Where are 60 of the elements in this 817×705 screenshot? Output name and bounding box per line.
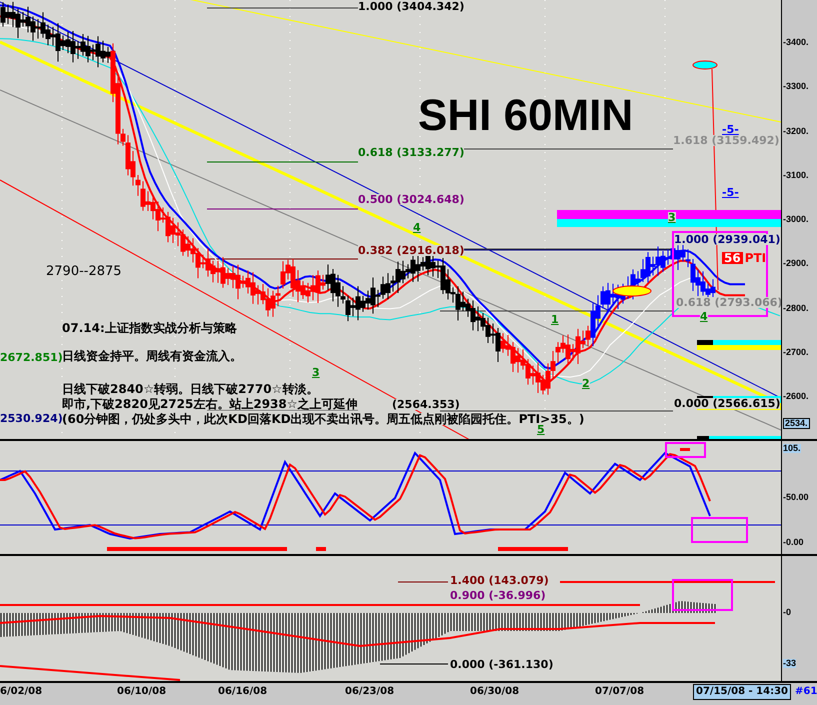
wave-label: 3: [668, 212, 676, 223]
wave-label: -5-: [722, 187, 739, 198]
price-label: 2530.924): [0, 413, 63, 424]
target-ellipse: [692, 60, 718, 70]
signal-bar: [498, 547, 568, 551]
price-axis-label: -2900.: [783, 259, 809, 268]
highlight-frame: [691, 517, 748, 543]
wave-label: 2: [582, 378, 590, 389]
analysis-note: 07.14:上证指数实战分析与策略: [62, 322, 237, 334]
fib-level-label: 0.618 (3133.277): [358, 147, 464, 158]
macd-level-label: 0.900 (-36.996): [450, 590, 546, 601]
macd-level-label: 1.400 (143.079): [450, 575, 549, 586]
wave-label: 5: [537, 424, 545, 435]
price-axis-label: -2600.: [783, 392, 809, 401]
fib-level-label: 1.618 (3159.492): [673, 135, 780, 146]
price-axis-label: -3400.: [783, 38, 809, 47]
price-axis-label: -2800.: [783, 304, 809, 312]
macd-axis-label: -0: [783, 608, 792, 617]
date-label: 6/02/08: [0, 687, 42, 697]
kd-axis-label: -0.00: [783, 538, 804, 547]
price-axis-label: -2700.: [783, 348, 809, 357]
pti-label: PTI: [744, 252, 766, 264]
target-ellipse: [612, 286, 652, 296]
fib-level-label: 1.000 (3404.342): [358, 1, 464, 12]
range-note: 2790--2875: [46, 265, 122, 278]
date-label: 06/23/08: [345, 687, 394, 697]
current-time-tag: 07/15/08 - 14:30: [693, 684, 791, 700]
fib-level-label: 0.382 (2916.018): [358, 245, 464, 256]
kd-axis-label: -50.00: [783, 493, 809, 502]
analysis-note: 即市,下破2820见2725左右。站上2938☆之上可延伸: [62, 398, 358, 410]
chart-title: SHI 60MIN: [418, 94, 634, 138]
analysis-note: (60分钟图，仍处多头中，此次KD回落KD出现不卖出讯号。周五低点刚被陷园托住。PTI>35。): [62, 413, 584, 425]
fib-level-label: (2564.353): [392, 399, 460, 410]
wave-label: 1: [551, 314, 559, 325]
price-axis-label: -3300.: [783, 82, 809, 92]
price-axis-label: -3100.: [783, 170, 809, 180]
kd-axis-label: 105.: [783, 444, 801, 453]
fib-level-label: 0.500 (3024.648): [358, 194, 464, 205]
macd-level-label: 0.000 (-361.130): [450, 659, 554, 670]
price-label: 2672.851): [0, 352, 63, 363]
date-label: 06/10/08: [117, 687, 166, 697]
signal-bar: [680, 448, 690, 451]
current-price-tag: 2534.: [783, 418, 810, 429]
fib-level-label: 0.000 (2566.615): [674, 398, 780, 409]
date-label: 06/30/08: [470, 687, 520, 697]
fib-level-label: 1.000 (2939.041): [674, 234, 780, 245]
highlight-frame: [672, 579, 733, 611]
bar-count: #61: [795, 687, 817, 697]
wave-label: 4: [700, 311, 708, 322]
macd-axis-label: -33: [783, 659, 796, 668]
wave-label: 4: [413, 222, 421, 233]
price-axis-label: -3000.: [783, 215, 809, 224]
wave-label: 3: [312, 367, 320, 378]
price-axis-label: -3200.: [783, 126, 809, 136]
signal-bar: [316, 547, 326, 551]
date-label: 06/16/08: [218, 687, 268, 697]
pti-value: 56: [722, 252, 743, 264]
wave-label: -5-: [722, 124, 739, 135]
date-label: 07/07/08: [595, 687, 644, 697]
highlight-frame: [665, 442, 706, 458]
